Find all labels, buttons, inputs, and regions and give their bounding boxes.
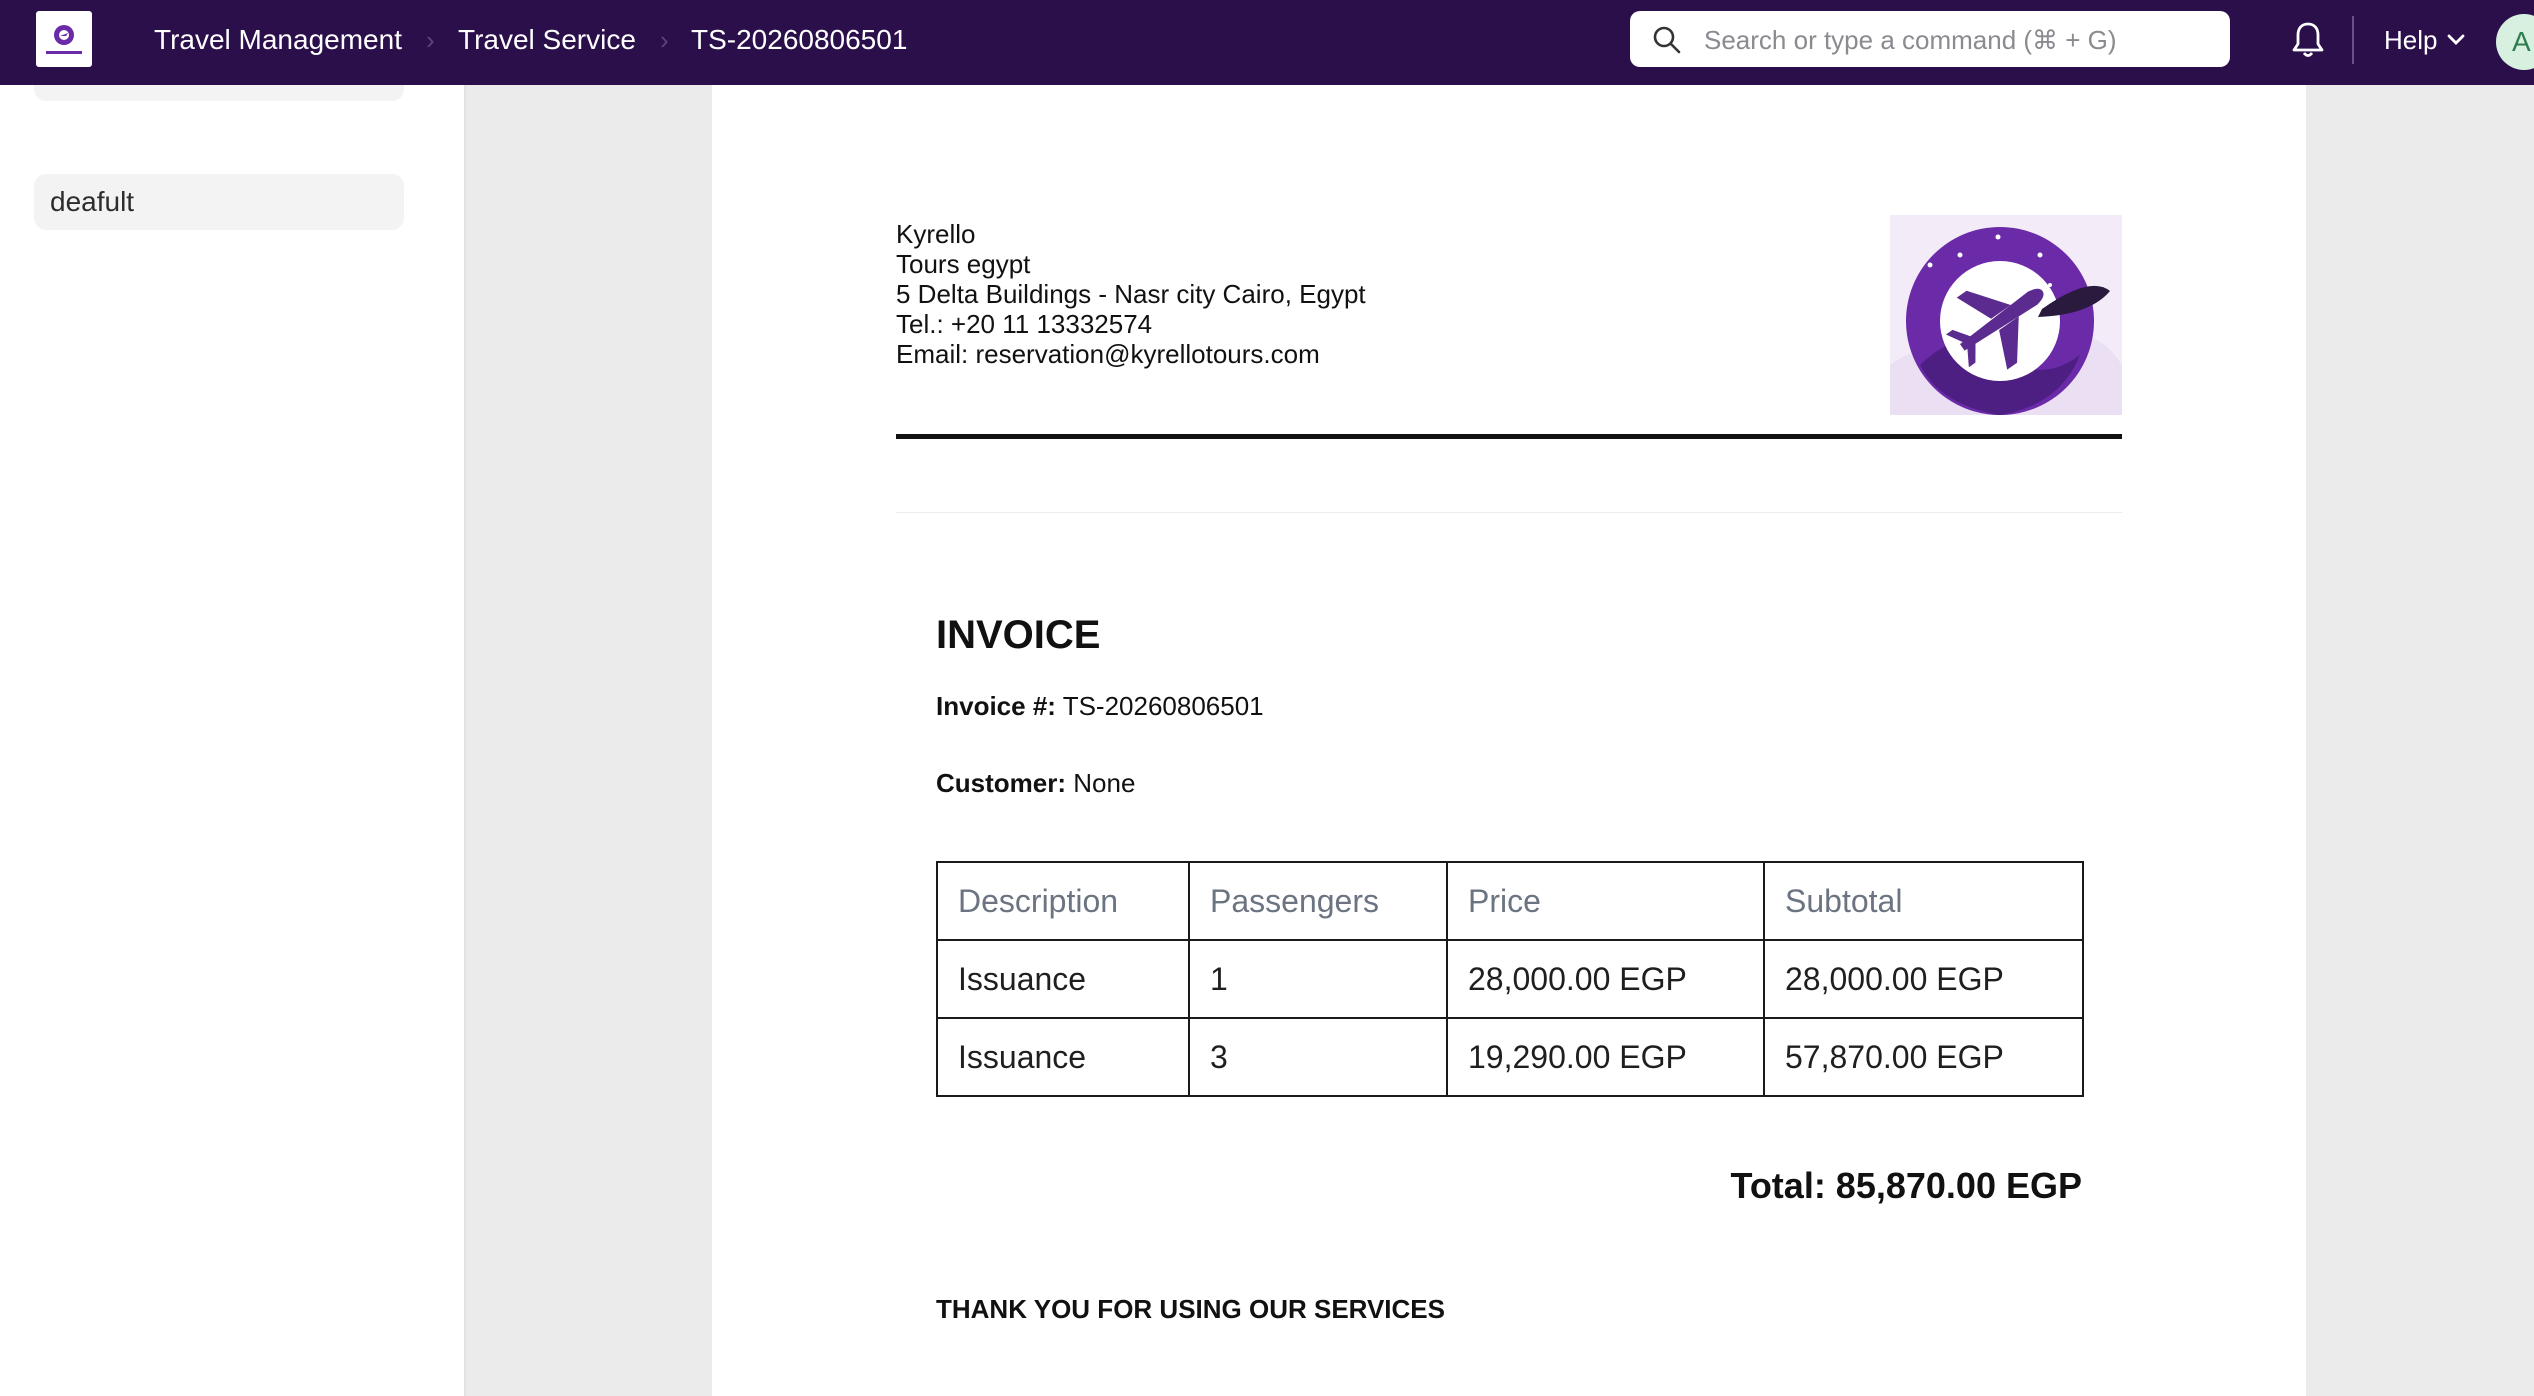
- sidebar-divider: [464, 85, 466, 1396]
- invoice-total: Total: 85,870.00 EGP: [1730, 1165, 2083, 1206]
- app-logo[interactable]: [36, 11, 92, 67]
- section-divider: [896, 512, 2122, 513]
- navbar-divider: [2352, 16, 2354, 64]
- column-header-price: Price: [1446, 861, 1765, 941]
- cell-subtotal: 57,870.00 EGP: [1763, 1017, 2084, 1097]
- customer-name: None: [1073, 768, 1136, 798]
- cell-passengers: 1: [1188, 939, 1448, 1019]
- customer-label: Customer:: [936, 768, 1067, 798]
- top-navbar: Travel Management › Travel Service › TS-…: [0, 0, 2534, 85]
- invoice-title: INVOICE: [936, 613, 1101, 657]
- company-email: Email: reservation@kyrellotours.com: [896, 339, 1320, 369]
- cell-passengers: 3: [1188, 1017, 1448, 1097]
- invoice-number-label: Invoice #:: [936, 691, 1056, 721]
- company-tel: Tel.: +20 11 13332574: [896, 309, 1153, 339]
- table-row: Issuance 1 28,000.00 EGP 28,000.00 EGP: [936, 939, 2084, 1019]
- thank-you-note: THANK YOU FOR USING OUR SERVICES: [936, 1294, 1445, 1324]
- print-preview-page: Kyrello Tours egypt 5 Delta Buildings - …: [712, 85, 2306, 1396]
- column-header-passengers: Passengers: [1188, 861, 1448, 941]
- avatar[interactable]: A: [2496, 14, 2534, 70]
- breadcrumb-travel-service[interactable]: Travel Service: [458, 22, 636, 58]
- cell-description: Issuance: [936, 1017, 1190, 1097]
- sidebar-item-deafult[interactable]: deafult: [34, 174, 404, 230]
- help-menu[interactable]: Help: [2384, 22, 2437, 58]
- company-address-block: Kyrello Tours egypt 5 Delta Buildings - …: [896, 219, 1366, 369]
- kyrello-tours-logo-icon: [46, 25, 82, 54]
- column-header-description: Description: [936, 861, 1190, 941]
- company-subtitle: Tours egypt: [896, 249, 1031, 279]
- company-name: Kyrello: [896, 219, 976, 249]
- breadcrumb-current-document[interactable]: TS-20260806501: [691, 22, 907, 58]
- cell-subtotal: 28,000.00 EGP: [1763, 939, 2084, 1019]
- search-input[interactable]: [1702, 11, 2216, 69]
- chevron-down-icon[interactable]: [2446, 33, 2466, 47]
- company-address: 5 Delta Buildings - Nasr city Cairo, Egy…: [896, 279, 1366, 309]
- page-gutter: [2306, 85, 2534, 1396]
- breadcrumb-travel-management[interactable]: Travel Management: [154, 22, 402, 58]
- table-header-row: Description Passengers Price Subtotal: [936, 861, 2084, 941]
- customer-line: Customer: None: [936, 768, 1135, 799]
- search-icon: [1653, 26, 1681, 54]
- invoice-number: TS-20260806501: [1062, 691, 1264, 721]
- kyrello-plane-logo-icon: [1890, 215, 2122, 415]
- cell-price: 28,000.00 EGP: [1446, 939, 1765, 1019]
- table-row: Issuance 3 19,290.00 EGP 57,870.00 EGP: [936, 1017, 2084, 1097]
- cell-price: 19,290.00 EGP: [1446, 1017, 1765, 1097]
- column-header-subtotal: Subtotal: [1763, 861, 2084, 941]
- breadcrumb-separator-icon: ›: [426, 25, 435, 55]
- invoice-items-table: Description Passengers Price Subtotal Is…: [936, 861, 2084, 1097]
- header-rule: [896, 434, 2122, 439]
- invoice-number-line: Invoice #: TS-20260806501: [936, 691, 1264, 722]
- bell-icon[interactable]: [2290, 20, 2326, 60]
- sidebar-item-previous[interactable]: [34, 85, 404, 101]
- sidebar: deafult: [0, 85, 464, 1396]
- breadcrumb-separator-icon: ›: [660, 25, 669, 55]
- search-bar[interactable]: [1630, 11, 2230, 69]
- cell-description: Issuance: [936, 939, 1190, 1019]
